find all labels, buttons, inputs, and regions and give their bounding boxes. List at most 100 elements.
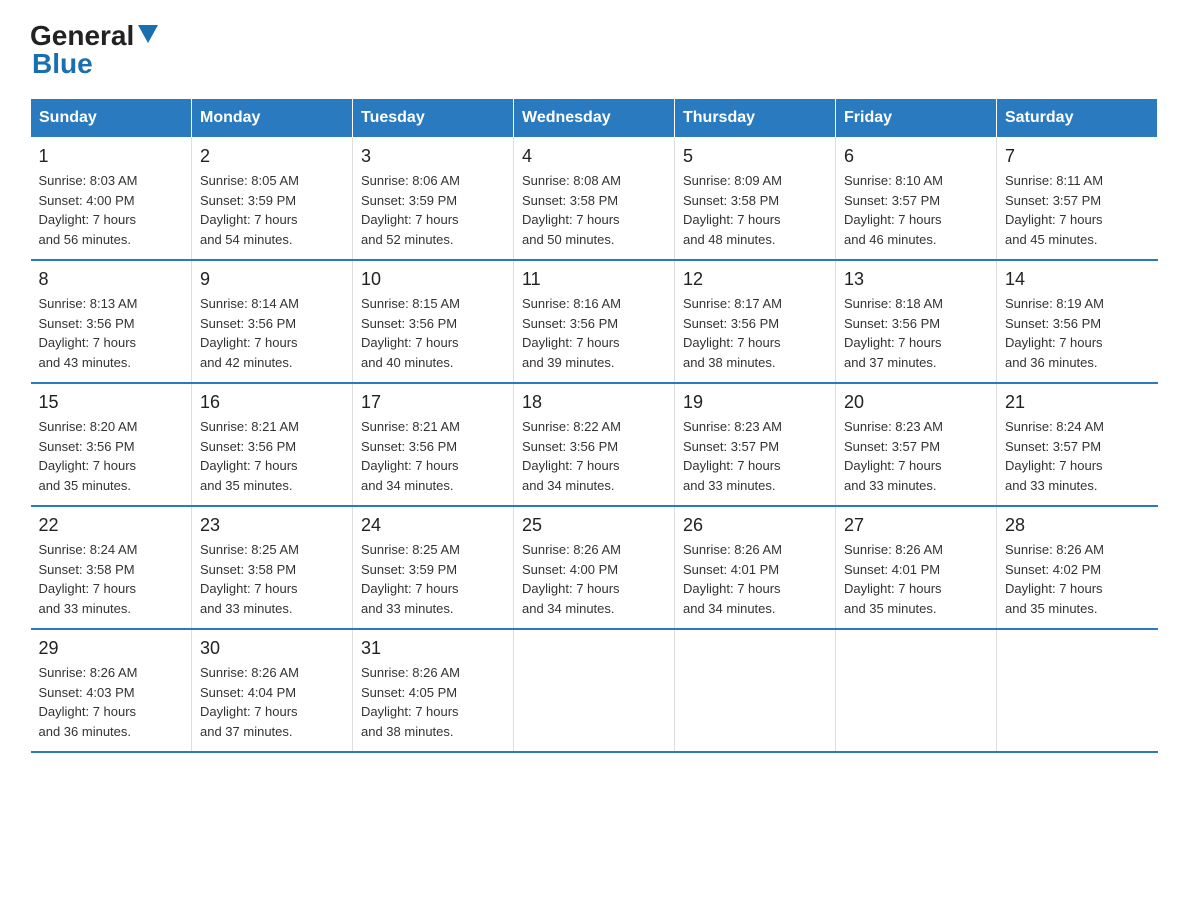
calendar-cell: 5 Sunrise: 8:09 AMSunset: 3:58 PMDayligh…	[675, 138, 836, 261]
day-info: Sunrise: 8:14 AMSunset: 3:56 PMDaylight:…	[200, 294, 344, 372]
calendar-week-row: 22 Sunrise: 8:24 AMSunset: 3:58 PMDaylig…	[31, 506, 1158, 629]
day-number: 27	[844, 515, 988, 536]
header-saturday: Saturday	[997, 99, 1158, 138]
calendar-cell: 8 Sunrise: 8:13 AMSunset: 3:56 PMDayligh…	[31, 260, 192, 383]
calendar-cell: 24 Sunrise: 8:25 AMSunset: 3:59 PMDaylig…	[353, 506, 514, 629]
day-number: 12	[683, 269, 827, 290]
calendar-cell: 31 Sunrise: 8:26 AMSunset: 4:05 PMDaylig…	[353, 629, 514, 752]
calendar-cell: 12 Sunrise: 8:17 AMSunset: 3:56 PMDaylig…	[675, 260, 836, 383]
calendar-cell: 6 Sunrise: 8:10 AMSunset: 3:57 PMDayligh…	[836, 138, 997, 261]
day-info: Sunrise: 8:20 AMSunset: 3:56 PMDaylight:…	[39, 417, 184, 495]
calendar-cell: 9 Sunrise: 8:14 AMSunset: 3:56 PMDayligh…	[192, 260, 353, 383]
day-info: Sunrise: 8:09 AMSunset: 3:58 PMDaylight:…	[683, 171, 827, 249]
calendar-cell: 16 Sunrise: 8:21 AMSunset: 3:56 PMDaylig…	[192, 383, 353, 506]
calendar-cell: 1 Sunrise: 8:03 AMSunset: 4:00 PMDayligh…	[31, 138, 192, 261]
calendar-cell	[997, 629, 1158, 752]
day-number: 7	[1005, 146, 1150, 167]
day-number: 20	[844, 392, 988, 413]
calendar-cell	[836, 629, 997, 752]
day-info: Sunrise: 8:24 AMSunset: 3:57 PMDaylight:…	[1005, 417, 1150, 495]
day-number: 5	[683, 146, 827, 167]
day-number: 14	[1005, 269, 1150, 290]
page-header: General Blue	[30, 20, 1158, 80]
day-number: 4	[522, 146, 666, 167]
day-info: Sunrise: 8:10 AMSunset: 3:57 PMDaylight:…	[844, 171, 988, 249]
day-info: Sunrise: 8:24 AMSunset: 3:58 PMDaylight:…	[39, 540, 184, 618]
day-info: Sunrise: 8:18 AMSunset: 3:56 PMDaylight:…	[844, 294, 988, 372]
day-info: Sunrise: 8:26 AMSunset: 4:03 PMDaylight:…	[39, 663, 184, 741]
day-info: Sunrise: 8:25 AMSunset: 3:59 PMDaylight:…	[361, 540, 505, 618]
day-number: 15	[39, 392, 184, 413]
day-info: Sunrise: 8:23 AMSunset: 3:57 PMDaylight:…	[844, 417, 988, 495]
day-number: 8	[39, 269, 184, 290]
calendar-cell: 27 Sunrise: 8:26 AMSunset: 4:01 PMDaylig…	[836, 506, 997, 629]
day-number: 29	[39, 638, 184, 659]
day-number: 31	[361, 638, 505, 659]
day-number: 28	[1005, 515, 1150, 536]
day-info: Sunrise: 8:22 AMSunset: 3:56 PMDaylight:…	[522, 417, 666, 495]
day-info: Sunrise: 8:26 AMSunset: 4:04 PMDaylight:…	[200, 663, 344, 741]
calendar-cell: 28 Sunrise: 8:26 AMSunset: 4:02 PMDaylig…	[997, 506, 1158, 629]
calendar-cell: 21 Sunrise: 8:24 AMSunset: 3:57 PMDaylig…	[997, 383, 1158, 506]
calendar-week-row: 15 Sunrise: 8:20 AMSunset: 3:56 PMDaylig…	[31, 383, 1158, 506]
calendar-cell	[675, 629, 836, 752]
calendar-cell: 4 Sunrise: 8:08 AMSunset: 3:58 PMDayligh…	[514, 138, 675, 261]
day-info: Sunrise: 8:26 AMSunset: 4:00 PMDaylight:…	[522, 540, 666, 618]
calendar-cell: 29 Sunrise: 8:26 AMSunset: 4:03 PMDaylig…	[31, 629, 192, 752]
day-info: Sunrise: 8:23 AMSunset: 3:57 PMDaylight:…	[683, 417, 827, 495]
day-number: 9	[200, 269, 344, 290]
calendar-cell: 18 Sunrise: 8:22 AMSunset: 3:56 PMDaylig…	[514, 383, 675, 506]
calendar-cell: 14 Sunrise: 8:19 AMSunset: 3:56 PMDaylig…	[997, 260, 1158, 383]
calendar-week-row: 1 Sunrise: 8:03 AMSunset: 4:00 PMDayligh…	[31, 138, 1158, 261]
day-number: 19	[683, 392, 827, 413]
day-info: Sunrise: 8:16 AMSunset: 3:56 PMDaylight:…	[522, 294, 666, 372]
calendar-cell: 23 Sunrise: 8:25 AMSunset: 3:58 PMDaylig…	[192, 506, 353, 629]
header-friday: Friday	[836, 99, 997, 138]
day-info: Sunrise: 8:19 AMSunset: 3:56 PMDaylight:…	[1005, 294, 1150, 372]
day-info: Sunrise: 8:15 AMSunset: 3:56 PMDaylight:…	[361, 294, 505, 372]
day-info: Sunrise: 8:03 AMSunset: 4:00 PMDaylight:…	[39, 171, 184, 249]
day-number: 22	[39, 515, 184, 536]
day-number: 17	[361, 392, 505, 413]
calendar-cell: 26 Sunrise: 8:26 AMSunset: 4:01 PMDaylig…	[675, 506, 836, 629]
calendar-table: SundayMondayTuesdayWednesdayThursdayFrid…	[30, 98, 1158, 753]
day-number: 11	[522, 269, 666, 290]
day-info: Sunrise: 8:26 AMSunset: 4:02 PMDaylight:…	[1005, 540, 1150, 618]
day-number: 13	[844, 269, 988, 290]
calendar-cell: 13 Sunrise: 8:18 AMSunset: 3:56 PMDaylig…	[836, 260, 997, 383]
day-number: 3	[361, 146, 505, 167]
day-info: Sunrise: 8:17 AMSunset: 3:56 PMDaylight:…	[683, 294, 827, 372]
calendar-cell	[514, 629, 675, 752]
header-monday: Monday	[192, 99, 353, 138]
calendar-cell: 22 Sunrise: 8:24 AMSunset: 3:58 PMDaylig…	[31, 506, 192, 629]
calendar-cell: 17 Sunrise: 8:21 AMSunset: 3:56 PMDaylig…	[353, 383, 514, 506]
calendar-cell: 10 Sunrise: 8:15 AMSunset: 3:56 PMDaylig…	[353, 260, 514, 383]
day-info: Sunrise: 8:21 AMSunset: 3:56 PMDaylight:…	[200, 417, 344, 495]
day-number: 16	[200, 392, 344, 413]
calendar-week-row: 29 Sunrise: 8:26 AMSunset: 4:03 PMDaylig…	[31, 629, 1158, 752]
day-info: Sunrise: 8:26 AMSunset: 4:01 PMDaylight:…	[683, 540, 827, 618]
calendar-week-row: 8 Sunrise: 8:13 AMSunset: 3:56 PMDayligh…	[31, 260, 1158, 383]
day-info: Sunrise: 8:26 AMSunset: 4:05 PMDaylight:…	[361, 663, 505, 741]
day-number: 30	[200, 638, 344, 659]
day-number: 2	[200, 146, 344, 167]
header-thursday: Thursday	[675, 99, 836, 138]
day-info: Sunrise: 8:11 AMSunset: 3:57 PMDaylight:…	[1005, 171, 1150, 249]
calendar-cell: 7 Sunrise: 8:11 AMSunset: 3:57 PMDayligh…	[997, 138, 1158, 261]
day-number: 6	[844, 146, 988, 167]
calendar-cell: 25 Sunrise: 8:26 AMSunset: 4:00 PMDaylig…	[514, 506, 675, 629]
day-info: Sunrise: 8:05 AMSunset: 3:59 PMDaylight:…	[200, 171, 344, 249]
logo: General Blue	[30, 20, 158, 80]
calendar-cell: 30 Sunrise: 8:26 AMSunset: 4:04 PMDaylig…	[192, 629, 353, 752]
day-number: 10	[361, 269, 505, 290]
day-number: 23	[200, 515, 344, 536]
logo-arrow-icon	[138, 25, 158, 43]
day-info: Sunrise: 8:25 AMSunset: 3:58 PMDaylight:…	[200, 540, 344, 618]
day-info: Sunrise: 8:13 AMSunset: 3:56 PMDaylight:…	[39, 294, 184, 372]
day-info: Sunrise: 8:08 AMSunset: 3:58 PMDaylight:…	[522, 171, 666, 249]
calendar-cell: 11 Sunrise: 8:16 AMSunset: 3:56 PMDaylig…	[514, 260, 675, 383]
calendar-cell: 20 Sunrise: 8:23 AMSunset: 3:57 PMDaylig…	[836, 383, 997, 506]
day-number: 1	[39, 146, 184, 167]
day-number: 26	[683, 515, 827, 536]
day-number: 21	[1005, 392, 1150, 413]
